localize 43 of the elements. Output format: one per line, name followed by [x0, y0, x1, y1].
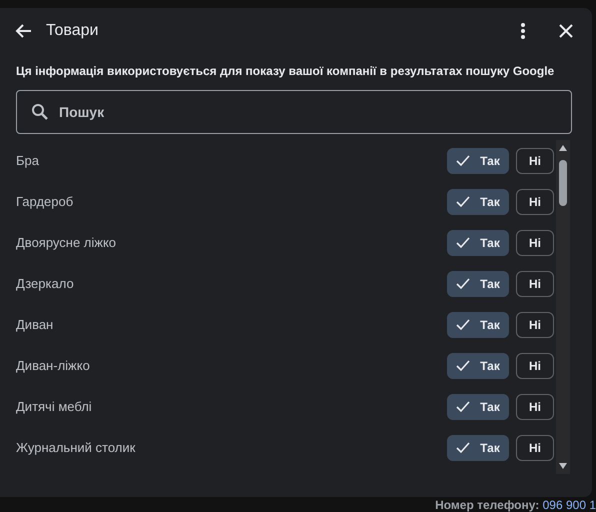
item-label: Бра: [16, 153, 39, 168]
search-icon: [31, 103, 49, 121]
option-chip[interactable]: Ні: [516, 352, 554, 378]
option-chip[interactable]: Ні: [516, 188, 554, 214]
check-icon: [456, 236, 470, 248]
option-chip[interactable]: Ні: [516, 394, 554, 420]
check-icon: [456, 360, 470, 372]
option-chip[interactable]: Ні: [516, 434, 554, 460]
description-text: Ця інформація використовується для показу вашої компанії в результатах пошуку Google: [16, 64, 556, 78]
selected-chip[interactable]: Так: [447, 148, 509, 174]
scroll-down-icon[interactable]: [558, 462, 568, 470]
selected-chip[interactable]: Так: [447, 352, 509, 378]
check-icon: [456, 318, 470, 330]
item-label: Диван: [16, 317, 54, 332]
check-icon: [456, 400, 470, 412]
scroll-up-icon[interactable]: [558, 144, 568, 152]
close-icon: [558, 23, 574, 39]
item-label: Диван-ліжко: [16, 358, 90, 373]
selected-chip[interactable]: Так: [447, 434, 509, 460]
item-label: Дзеркало: [16, 276, 74, 291]
selected-chip[interactable]: Так: [447, 188, 509, 214]
selected-chip[interactable]: Так: [447, 394, 509, 420]
item-label: Двоярусне ліжко: [16, 235, 116, 250]
selected-chip[interactable]: Так: [447, 230, 509, 256]
item-label: Журнальний столик: [16, 440, 136, 455]
more-icon: [520, 22, 526, 40]
check-icon: [456, 196, 470, 208]
option-chip[interactable]: Ні: [516, 270, 554, 296]
dialog-title: Товари: [46, 22, 98, 40]
scrollbar[interactable]: [556, 140, 570, 474]
item-label: Дитячі меблі: [16, 399, 92, 414]
selected-chip[interactable]: Так: [447, 270, 509, 296]
option-chip[interactable]: Ні: [516, 230, 554, 256]
check-icon: [456, 154, 470, 166]
item-label: Гардероб: [16, 194, 74, 209]
scrollbar-thumb[interactable]: [559, 160, 567, 206]
option-chip[interactable]: Ні: [516, 312, 554, 338]
search-field[interactable]: Пошук: [16, 90, 572, 134]
option-chip[interactable]: Ні: [516, 148, 554, 174]
phone-number-text: Номер телефону: 096 900 1: [435, 498, 596, 512]
check-icon: [456, 442, 470, 454]
selected-chip[interactable]: Так: [447, 312, 509, 338]
check-icon: [456, 278, 470, 290]
